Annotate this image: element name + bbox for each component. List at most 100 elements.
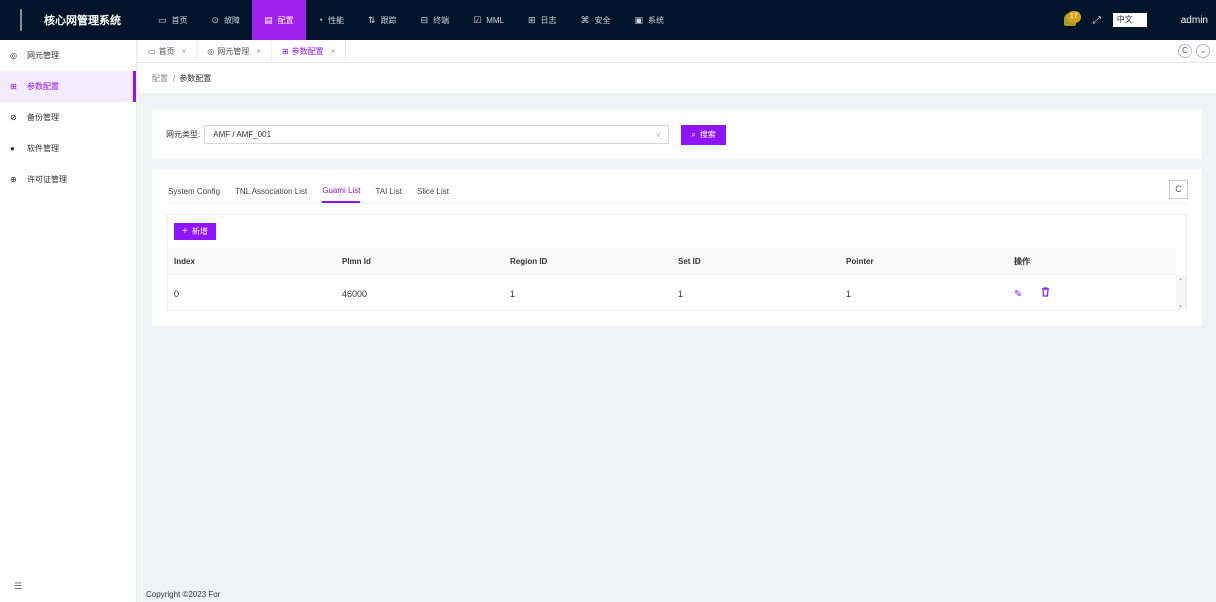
menu-item-home[interactable]: ▭ 首页 xyxy=(146,0,200,40)
table-scrollbar[interactable]: ▲ ▼ xyxy=(1176,275,1186,311)
language-select[interactable]: 中文 xyxy=(1112,13,1147,27)
menu-label: 性能 xyxy=(328,15,345,25)
edit-icon[interactable]: ✎ xyxy=(1014,289,1022,300)
search-icon: ⌕ xyxy=(691,129,696,139)
breadcrumb: 配置 / 参数配置 xyxy=(138,63,1216,93)
cell-plmn-id: 46000 xyxy=(342,288,368,299)
page-tab-label: 网元管理 xyxy=(217,46,250,56)
tab-system-config[interactable]: System Config xyxy=(168,179,220,203)
column-header-actions: 操作 xyxy=(1014,256,1030,266)
collapse-sidebar-icon[interactable]: ☰ xyxy=(14,581,22,592)
delete-icon[interactable] xyxy=(1041,287,1050,300)
system-icon: ▣ xyxy=(634,14,644,25)
mml-icon: ☑ xyxy=(473,14,482,25)
notification-bell-icon[interactable]: 17 xyxy=(1061,9,1081,31)
sidebar-item-label: 网元管理 xyxy=(27,51,59,60)
close-icon[interactable]: × xyxy=(182,47,187,56)
menu-label: 安全 xyxy=(594,15,611,25)
add-button[interactable]: + 新增 xyxy=(174,223,216,240)
table-row: 0 46000 1 1 1 ✎ xyxy=(168,276,1176,311)
cell-pointer: 1 xyxy=(846,288,852,299)
cell-actions: ✎ xyxy=(1008,287,1176,300)
menu-item-security[interactable]: ⌘ 安全 xyxy=(569,0,623,40)
menu-item-fault[interactable]: ⊙ 故障 xyxy=(200,0,253,40)
top-menu: ▭ 首页 ⊙ 故障 ▤ 配置 ◔ 性能 ⇅ 跟踪 ⊟ 终端 ☑ MML ⊞ 日志 ⌘ 安全 ▣ 系统 xyxy=(146,0,676,40)
sidebar-item-backup[interactable]: ⊘ 备份管理 xyxy=(0,102,136,133)
menu-label: 日志 xyxy=(540,15,557,25)
tab-tnl-association-list[interactable]: TNL Association List xyxy=(235,179,307,203)
performance-icon: ◔ xyxy=(317,15,324,25)
menu-item-terminal[interactable]: ⊟ 终端 xyxy=(409,0,462,40)
user-menu[interactable]: admin xyxy=(1181,15,1208,26)
log-icon: ⊞ xyxy=(527,14,536,25)
top-nav-bar: 核心网管理系统 ▭ 首页 ⊙ 故障 ▤ 配置 ◔ 性能 ⇅ 跟踪 ⊟ 终端 ☑ MML ⊞ 日志… xyxy=(0,0,1216,40)
software-icon: ● xyxy=(10,144,15,153)
more-tabs-icon[interactable]: ⌄ xyxy=(1196,44,1210,58)
sidebar-item-label: 参数配置 xyxy=(27,82,59,91)
security-icon: ⌘ xyxy=(580,14,590,25)
guami-table-panel: + 新增 Index Plmn Id Region ID Set ID Point… xyxy=(167,214,1187,311)
sidebar-item-software[interactable]: ● 软件管理 xyxy=(0,133,136,164)
column-header-pointer: Pointer xyxy=(846,256,874,266)
page-tab-param-config[interactable]: ⊞ 参数配置 × xyxy=(272,39,347,63)
fault-icon: ⊙ xyxy=(211,14,220,25)
menu-label: 系统 xyxy=(648,15,665,25)
footer-copyright: Copyright ©2023 For xyxy=(146,590,221,599)
config-tabs: System Config TNL Association List Guami… xyxy=(168,179,464,203)
scroll-down-icon[interactable]: ▼ xyxy=(1178,304,1183,310)
breadcrumb-parent[interactable]: 配置 xyxy=(152,73,168,84)
menu-item-system[interactable]: ▣ 系统 xyxy=(623,0,677,40)
breadcrumb-separator: / xyxy=(173,73,176,83)
sidebar: ◎ 网元管理 ⊞ 参数配置 ⊘ 备份管理 ● 软件管理 ⊕ 许可证管理 ☰ xyxy=(0,40,137,602)
search-button[interactable]: ⌕ 搜索 xyxy=(681,124,726,145)
column-header-index: Index xyxy=(174,256,195,266)
search-button-label: 搜索 xyxy=(699,130,716,139)
refresh-icon[interactable]: C xyxy=(1169,180,1188,199)
table-header: Index Plmn Id Region ID Set ID Pointer 操… xyxy=(168,248,1176,275)
menu-label: MML xyxy=(486,15,504,25)
notification-badge: 17 xyxy=(1066,11,1081,23)
config-icon: ▤ xyxy=(264,14,273,25)
menu-item-log[interactable]: ⊞ 日志 xyxy=(516,0,569,40)
menu-label: 跟踪 xyxy=(380,15,397,25)
cell-set-id: 1 xyxy=(678,288,684,299)
page-tabs-bar: ▭ 首页 × ◎ 网元管理 × ⊞ 参数配置 × C ⌄ xyxy=(138,39,1216,63)
menu-item-trace[interactable]: ⇅ 跟踪 xyxy=(356,0,409,40)
page-tab-ne-management[interactable]: ◎ 网元管理 × xyxy=(197,39,272,63)
sidebar-item-label: 许可证管理 xyxy=(27,175,67,184)
ne-type-value: AMF / AMF_001 xyxy=(213,130,272,139)
menu-label: 终端 xyxy=(433,15,450,25)
ne-type-label: 网元类型: xyxy=(166,130,201,139)
cell-index: 0 xyxy=(174,288,180,299)
menu-item-config[interactable]: ▤ 配置 xyxy=(252,0,306,40)
tab-slice-list[interactable]: Slice List xyxy=(417,179,449,203)
config-card: System Config TNL Association List Guami… xyxy=(152,169,1202,326)
add-button-label: 新增 xyxy=(191,227,208,236)
tabs-divider xyxy=(168,203,1186,204)
menu-item-performance[interactable]: ◔ 性能 xyxy=(306,0,356,40)
sidebar-item-label: 备份管理 xyxy=(27,113,59,122)
backup-icon: ⊘ xyxy=(10,113,17,122)
sidebar-item-ne-management[interactable]: ◎ 网元管理 xyxy=(0,40,136,71)
menu-label: 配置 xyxy=(277,15,294,25)
sidebar-item-param-config[interactable]: ⊞ 参数配置 xyxy=(0,71,136,102)
fullscreen-icon[interactable]: ⤢ xyxy=(1093,15,1101,26)
ne-type-select[interactable]: AMF / AMF_001 ∨ xyxy=(204,125,670,144)
sidebar-item-license[interactable]: ⊕ 许可证管理 xyxy=(0,164,136,195)
close-icon[interactable]: × xyxy=(256,47,261,56)
close-icon[interactable]: × xyxy=(331,47,336,56)
top-right-tools: 17 ⤢ 中文 admin xyxy=(1061,0,1216,40)
menu-item-mml[interactable]: ☑ MML xyxy=(461,0,516,40)
breadcrumb-current: 参数配置 xyxy=(179,73,212,83)
page-tab-label: 首页 xyxy=(158,46,175,56)
license-icon: ⊕ xyxy=(10,175,17,184)
column-header-plmn-id: Plmn Id xyxy=(342,256,371,266)
tab-guami-list[interactable]: Guami List xyxy=(322,179,361,203)
scroll-up-icon[interactable]: ▲ xyxy=(1178,276,1183,282)
reload-tab-icon[interactable]: C xyxy=(1178,44,1192,58)
tab-tai-list[interactable]: TAI List xyxy=(375,179,402,203)
page-tab-home[interactable]: ▭ 首页 × xyxy=(138,39,198,63)
menu-label: 故障 xyxy=(224,15,241,25)
network-element-icon: ◎ xyxy=(207,46,215,56)
param-config-icon: ⊞ xyxy=(281,46,289,56)
